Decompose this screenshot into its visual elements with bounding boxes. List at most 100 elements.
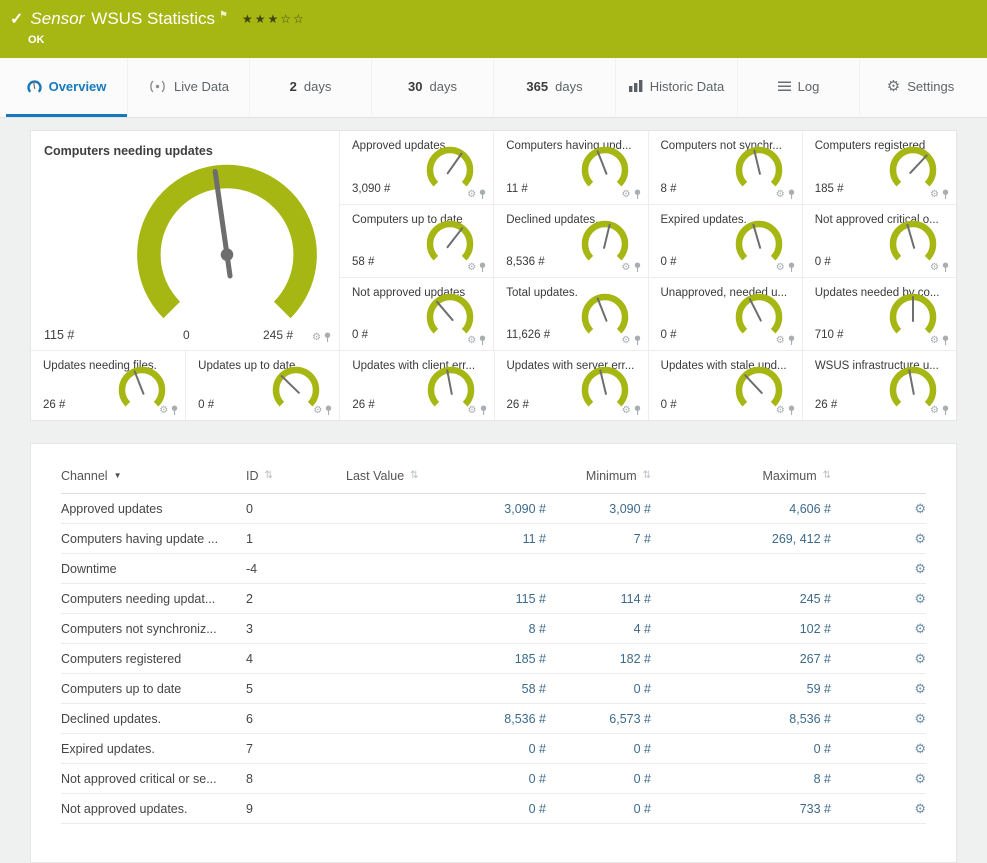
pin-icon[interactable] (634, 335, 641, 346)
gauge-dial (129, 157, 325, 325)
channel-name[interactable]: Downtime (61, 562, 246, 576)
gear-icon[interactable]: ⚙ (622, 336, 631, 346)
gauge-tile: Computers registered185 #⚙ (802, 131, 956, 204)
main-gauge: Computers needing updates 115 # 0 245 # … (31, 131, 339, 350)
channel-name[interactable]: Computers not synchroniz... (61, 622, 246, 636)
column-header-id[interactable]: ID⇅ (246, 469, 346, 483)
gear-icon[interactable]: ⚙ (622, 406, 631, 416)
pin-icon[interactable] (324, 332, 331, 343)
tab-30-days[interactable]: 30days (371, 58, 493, 117)
gear-icon[interactable]: ⚙ (776, 190, 785, 200)
pin-icon[interactable] (788, 405, 795, 416)
tab-settings[interactable]: ⚙Settings (859, 58, 981, 117)
table-row[interactable]: Not approved critical or se...80 #0 #8 #… (61, 764, 926, 794)
column-header-channel[interactable]: Channel▼ (61, 469, 246, 483)
channel-settings-icon[interactable]: ⚙ (914, 501, 926, 516)
column-header-minimum[interactable]: Minimum⇅ (546, 469, 651, 483)
tab-365-days[interactable]: 365days (493, 58, 615, 117)
table-row[interactable]: Downtime-4⚙ (61, 554, 926, 584)
channel-settings-icon[interactable]: ⚙ (914, 651, 926, 666)
tab-live-data[interactable]: Live Data (127, 58, 249, 117)
gear-icon[interactable]: ⚙ (930, 406, 939, 416)
pin-icon[interactable] (171, 405, 178, 416)
channel-settings-icon[interactable]: ⚙ (914, 531, 926, 546)
gauge-dial (271, 365, 321, 408)
channel-settings-icon[interactable]: ⚙ (914, 711, 926, 726)
small-gauges-grid: Approved updates3,090 #⚙Computers having… (339, 131, 956, 350)
gauge-value: 8 # (661, 183, 677, 195)
channel-name[interactable]: Computers needing updat... (61, 592, 246, 606)
table-row[interactable]: Computers needing updat...2115 #114 #245… (61, 584, 926, 614)
channel-name[interactable]: Computers up to date (61, 682, 246, 696)
channel-settings-icon[interactable]: ⚙ (914, 801, 926, 816)
table-row[interactable]: Computers registered4185 #182 #267 #⚙ (61, 644, 926, 674)
gear-icon[interactable]: ⚙ (930, 336, 939, 346)
pin-icon[interactable] (788, 262, 795, 273)
tab-2-days[interactable]: 2days (249, 58, 371, 117)
gear-icon[interactable]: ⚙ (467, 263, 476, 273)
gear-icon[interactable]: ⚙ (159, 406, 168, 416)
channel-name[interactable]: Expired updates. (61, 742, 246, 756)
table-row[interactable]: Computers not synchroniz...38 #4 #102 #⚙ (61, 614, 926, 644)
table-row[interactable]: Computers up to date558 #0 #59 #⚙ (61, 674, 926, 704)
channel-settings-icon[interactable]: ⚙ (914, 621, 926, 636)
pin-icon[interactable] (788, 335, 795, 346)
priority-stars[interactable]: ★★★☆☆ (242, 12, 306, 26)
channel-settings-icon[interactable]: ⚙ (914, 591, 926, 606)
pin-icon[interactable] (480, 405, 487, 416)
tab-log[interactable]: Log (737, 58, 859, 117)
pin-icon[interactable] (479, 335, 486, 346)
channel-settings-icon[interactable]: ⚙ (914, 681, 926, 696)
pin-icon[interactable] (634, 405, 641, 416)
gear-icon[interactable]: ⚙ (622, 263, 631, 273)
gauge-dial (580, 365, 630, 408)
tab-label: days (430, 79, 457, 94)
pin-icon[interactable] (479, 189, 486, 200)
table-row[interactable]: Declined updates.68,536 #6,573 #8,536 #⚙ (61, 704, 926, 734)
pin-icon[interactable] (942, 405, 949, 416)
table-row[interactable]: Approved updates03,090 #3,090 #4,606 #⚙ (61, 494, 926, 524)
table-row[interactable]: Computers having update ...111 #7 #269, … (61, 524, 926, 554)
channel-minimum: 4 # (546, 622, 651, 636)
pin-icon[interactable] (479, 262, 486, 273)
column-header-last-value[interactable]: Last Value⇅ (346, 469, 546, 483)
gear-icon[interactable]: ⚙ (467, 336, 476, 346)
gear-icon[interactable]: ⚙ (312, 333, 321, 343)
channel-name[interactable]: Not approved critical or se... (61, 772, 246, 786)
pin-icon[interactable] (634, 262, 641, 273)
gear-icon: ⚙ (887, 77, 900, 95)
gear-icon[interactable]: ⚙ (622, 190, 631, 200)
gear-icon[interactable]: ⚙ (930, 190, 939, 200)
channel-id: 1 (246, 532, 346, 546)
gauge-actions: ⚙ (467, 189, 486, 200)
table-row[interactable]: Not approved updates.90 #0 #733 #⚙ (61, 794, 926, 824)
pin-icon[interactable] (634, 189, 641, 200)
channel-name[interactable]: Computers registered (61, 652, 246, 666)
column-header-maximum[interactable]: Maximum⇅ (651, 469, 831, 483)
pin-icon[interactable] (325, 405, 332, 416)
tab-overview[interactable]: Overview (6, 58, 127, 117)
pin-icon[interactable] (788, 189, 795, 200)
pin-icon[interactable] (942, 189, 949, 200)
gear-icon[interactable]: ⚙ (313, 406, 322, 416)
gear-icon[interactable]: ⚙ (776, 406, 785, 416)
tab-historic-data[interactable]: Historic Data (615, 58, 737, 117)
pin-icon[interactable] (942, 262, 949, 273)
channel-name[interactable]: Not approved updates. (61, 802, 246, 816)
channel-name[interactable]: Approved updates (61, 502, 246, 516)
gauge-dial (734, 365, 784, 408)
channel-settings-icon[interactable]: ⚙ (914, 561, 926, 576)
gear-icon[interactable]: ⚙ (776, 263, 785, 273)
column-label: Channel (61, 469, 108, 483)
channel-settings-icon[interactable]: ⚙ (914, 741, 926, 756)
gear-icon[interactable]: ⚙ (776, 336, 785, 346)
channel-name[interactable]: Declined updates. (61, 712, 246, 726)
channel-settings-icon[interactable]: ⚙ (914, 771, 926, 786)
channel-name[interactable]: Computers having update ... (61, 532, 246, 546)
gear-icon[interactable]: ⚙ (467, 190, 476, 200)
gear-icon[interactable]: ⚙ (468, 406, 477, 416)
gear-icon[interactable]: ⚙ (930, 263, 939, 273)
table-row[interactable]: Expired updates.70 #0 #0 #⚙ (61, 734, 926, 764)
flag-icon[interactable]: ⚑ (219, 10, 228, 21)
pin-icon[interactable] (942, 335, 949, 346)
